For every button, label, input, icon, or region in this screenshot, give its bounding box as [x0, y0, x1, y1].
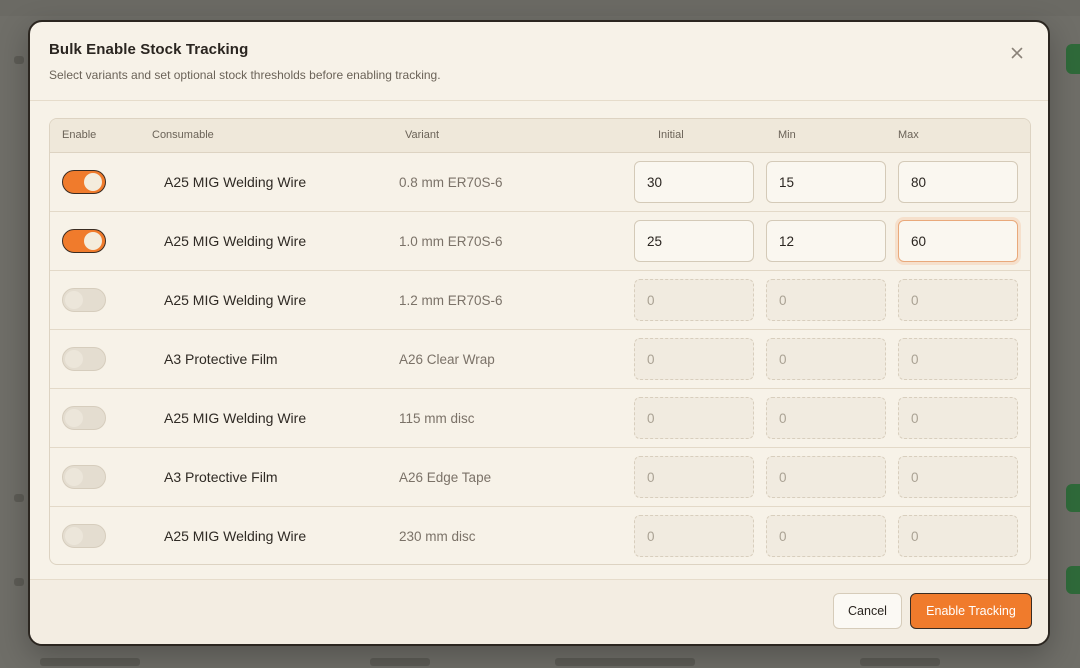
- variants-table: Enable Consumable Variant Initial Min Ma…: [49, 118, 1031, 565]
- min-stock-input: [766, 515, 886, 557]
- enable-toggle[interactable]: [62, 347, 106, 371]
- min-stock-input: [766, 279, 886, 321]
- toggle-knob: [65, 291, 83, 309]
- background-text: [370, 658, 430, 666]
- max-stock-input: [898, 279, 1018, 321]
- enable-toggle[interactable]: [62, 288, 106, 312]
- background-bar: [0, 0, 1080, 16]
- variant-name: 115 mm disc: [399, 411, 475, 426]
- dialog-footer: Cancel Enable Tracking: [30, 579, 1048, 644]
- toggle-knob: [65, 468, 83, 486]
- toggle-knob: [65, 409, 83, 427]
- enable-toggle[interactable]: [62, 406, 106, 430]
- consumable-name: A25 MIG Welding Wire: [164, 174, 307, 190]
- consumable-name: A25 MIG Welding Wire: [164, 528, 307, 544]
- max-stock-input: [898, 456, 1018, 498]
- toggle-knob: [84, 231, 102, 250]
- table-row: A3 Protective Film A26 Edge Tape: [50, 448, 1030, 507]
- max-stock-input[interactable]: [898, 220, 1018, 262]
- background-text: [40, 658, 140, 666]
- consumable-name: A25 MIG Welding Wire: [164, 233, 307, 249]
- dialog-header: Bulk Enable Stock Tracking Select varian…: [30, 22, 1048, 101]
- background-text: [14, 56, 24, 64]
- background-text: [14, 578, 24, 586]
- initial-stock-input: [634, 456, 754, 498]
- header-min: Min: [778, 129, 796, 141]
- variant-name: A26 Edge Tape: [399, 470, 492, 485]
- min-stock-input: [766, 338, 886, 380]
- initial-stock-input[interactable]: [634, 161, 754, 203]
- min-stock-input[interactable]: [766, 161, 886, 203]
- initial-stock-input: [634, 338, 754, 380]
- min-stock-input: [766, 456, 886, 498]
- close-button[interactable]: [1008, 44, 1026, 62]
- variant-name: A26 Clear Wrap: [399, 352, 495, 367]
- max-stock-input: [898, 397, 1018, 439]
- consumable-name: A3 Protective Film: [164, 351, 278, 367]
- header-initial: Initial: [658, 129, 684, 141]
- background-text: [555, 658, 695, 666]
- consumable-name: A25 MIG Welding Wire: [164, 292, 307, 308]
- enable-toggle[interactable]: [62, 170, 106, 194]
- toggle-knob: [65, 527, 83, 545]
- dialog-title: Bulk Enable Stock Tracking: [49, 41, 249, 58]
- enable-toggle[interactable]: [62, 524, 106, 548]
- max-stock-input: [898, 338, 1018, 380]
- max-stock-input: [898, 515, 1018, 557]
- header-enable: Enable: [62, 129, 97, 141]
- consumable-name: A25 MIG Welding Wire: [164, 410, 307, 426]
- table-row: A25 MIG Welding Wire 1.0 mm ER70S-6: [50, 212, 1030, 271]
- table-row: A25 MIG Welding Wire 0.8 mm ER70S-6: [50, 153, 1030, 212]
- bulk-enable-dialog: Bulk Enable Stock Tracking Select varian…: [28, 20, 1050, 646]
- initial-stock-input: [634, 279, 754, 321]
- header-max: Max: [898, 129, 919, 141]
- variant-name: 1.0 mm ER70S-6: [399, 234, 503, 249]
- min-stock-input: [766, 397, 886, 439]
- enable-tracking-button[interactable]: Enable Tracking: [910, 593, 1032, 629]
- variant-name: 230 mm disc: [399, 529, 476, 544]
- table-row: A25 MIG Welding Wire 1.2 mm ER70S-6: [50, 271, 1030, 330]
- background-badge: [1066, 44, 1080, 74]
- table-row: A25 MIG Welding Wire 115 mm disc: [50, 389, 1030, 448]
- background-badge: [1066, 566, 1080, 594]
- variant-name: 1.2 mm ER70S-6: [399, 293, 503, 308]
- min-stock-input[interactable]: [766, 220, 886, 262]
- cancel-button[interactable]: Cancel: [833, 593, 902, 629]
- consumable-name: A3 Protective Film: [164, 469, 278, 485]
- header-variant: Variant: [405, 129, 440, 141]
- max-stock-input[interactable]: [898, 161, 1018, 203]
- enable-toggle[interactable]: [62, 229, 106, 253]
- variant-name: 0.8 mm ER70S-6: [399, 175, 503, 190]
- header-consumable: Consumable: [152, 129, 214, 141]
- close-icon: [1011, 47, 1023, 59]
- dialog-subtitle: Select variants and set optional stock t…: [49, 68, 441, 82]
- initial-stock-input: [634, 397, 754, 439]
- toggle-knob: [65, 350, 83, 368]
- background-badge: [1066, 484, 1080, 512]
- table-row: A25 MIG Welding Wire 230 mm disc: [50, 507, 1030, 564]
- table-header: Enable Consumable Variant Initial Min Ma…: [50, 119, 1030, 153]
- initial-stock-input[interactable]: [634, 220, 754, 262]
- initial-stock-input: [634, 515, 754, 557]
- background-text: [14, 494, 24, 502]
- table-row: A3 Protective Film A26 Clear Wrap: [50, 330, 1030, 389]
- enable-toggle[interactable]: [62, 465, 106, 489]
- toggle-knob: [84, 172, 102, 191]
- background-text: [860, 658, 940, 666]
